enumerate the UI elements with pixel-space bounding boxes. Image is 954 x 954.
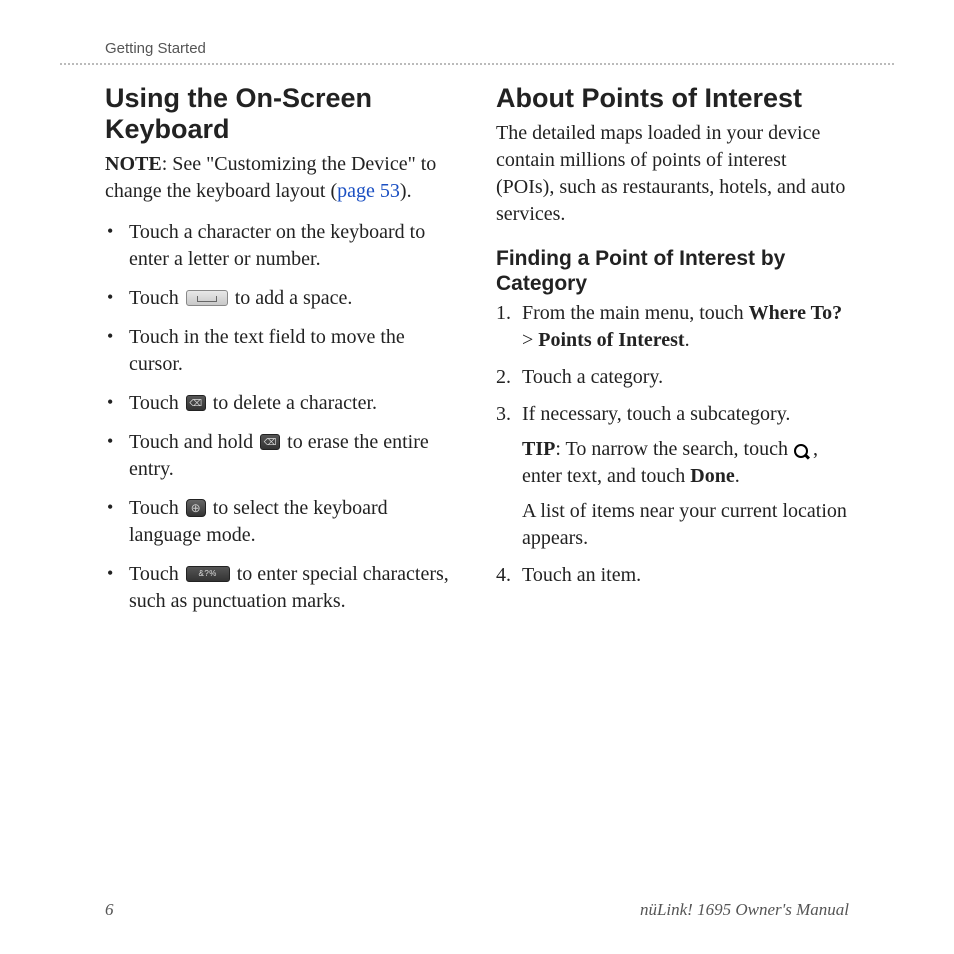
step1-end: .	[685, 329, 690, 351]
step-1: From the main menu, touch Where To? > Po…	[496, 300, 849, 354]
step3-result: A list of items near your current locati…	[522, 498, 849, 552]
tip-text-a: : To narrow the search, touch	[555, 438, 793, 460]
step1-sep: >	[522, 329, 538, 351]
bullet-cursor: Touch in the text field to move the curs…	[105, 324, 458, 378]
bullet-delete: Touch to delete a character.	[105, 390, 458, 417]
backspace-hold-icon	[260, 434, 280, 450]
spacebar-icon	[186, 290, 228, 306]
poi-bold: Points of Interest	[538, 329, 684, 351]
globe-icon	[186, 499, 206, 517]
page-link[interactable]: page 53	[337, 180, 400, 202]
left-heading: Using the On-Screen Keyboard	[105, 83, 458, 145]
bullet-character: Touch a character on the keyboard to ent…	[105, 219, 458, 273]
bullet-delete-pre: Touch	[129, 392, 184, 414]
step3-text: If necessary, touch a subcategory.	[522, 403, 790, 425]
footer: 6 nüLink! 1695 Owner's Manual	[0, 900, 954, 920]
bullet-language: Touch to select the keyboard language mo…	[105, 495, 458, 549]
note-paragraph: NOTE: See "Customizing the Device" to ch…	[105, 151, 458, 205]
step1-pre: From the main menu, touch	[522, 302, 749, 324]
steps-list: From the main menu, touch Where To? > Po…	[496, 300, 849, 589]
bullet-erase-pre: Touch and hold	[129, 431, 258, 453]
right-heading: About Points of Interest	[496, 83, 849, 114]
manual-title: nüLink! 1695 Owner's Manual	[640, 900, 849, 920]
bullet-space-pre: Touch	[129, 287, 184, 309]
bullet-sym-pre: Touch	[129, 563, 184, 585]
bullet-space-post: to add a space.	[230, 287, 353, 309]
tip-label: TIP	[522, 438, 555, 460]
symbols-icon	[186, 566, 230, 582]
section-header: Getting Started	[60, 40, 894, 65]
right-column: About Points of Interest The detailed ma…	[496, 83, 849, 627]
bullet-lang-pre: Touch	[129, 497, 184, 519]
tip-end: .	[735, 465, 740, 487]
done-bold: Done	[690, 465, 734, 487]
bullet-space: Touch to add a space.	[105, 285, 458, 312]
page-number: 6	[105, 900, 114, 920]
bullet-symbols: Touch to enter special characters, such …	[105, 561, 458, 615]
tip-block: TIP: To narrow the search, touch , enter…	[522, 436, 849, 490]
step-4: Touch an item.	[496, 562, 849, 589]
content-columns: Using the On-Screen Keyboard NOTE: See "…	[60, 83, 894, 627]
keyboard-bullets: Touch a character on the keyboard to ent…	[105, 219, 458, 615]
note-text-b: ).	[400, 180, 412, 202]
subheading-category: Finding a Point of Interest by Category	[496, 246, 849, 296]
step-3: If necessary, touch a subcategory. TIP: …	[496, 401, 849, 552]
step-2: Touch a category.	[496, 364, 849, 391]
left-column: Using the On-Screen Keyboard NOTE: See "…	[105, 83, 458, 627]
where-to-bold: Where To?	[749, 302, 843, 324]
poi-intro: The detailed maps loaded in your device …	[496, 120, 849, 228]
backspace-icon	[186, 395, 206, 411]
bullet-erase: Touch and hold to erase the entire entry…	[105, 429, 458, 483]
search-icon	[793, 443, 811, 461]
note-label: NOTE	[105, 153, 162, 175]
bullet-delete-post: to delete a character.	[208, 392, 377, 414]
